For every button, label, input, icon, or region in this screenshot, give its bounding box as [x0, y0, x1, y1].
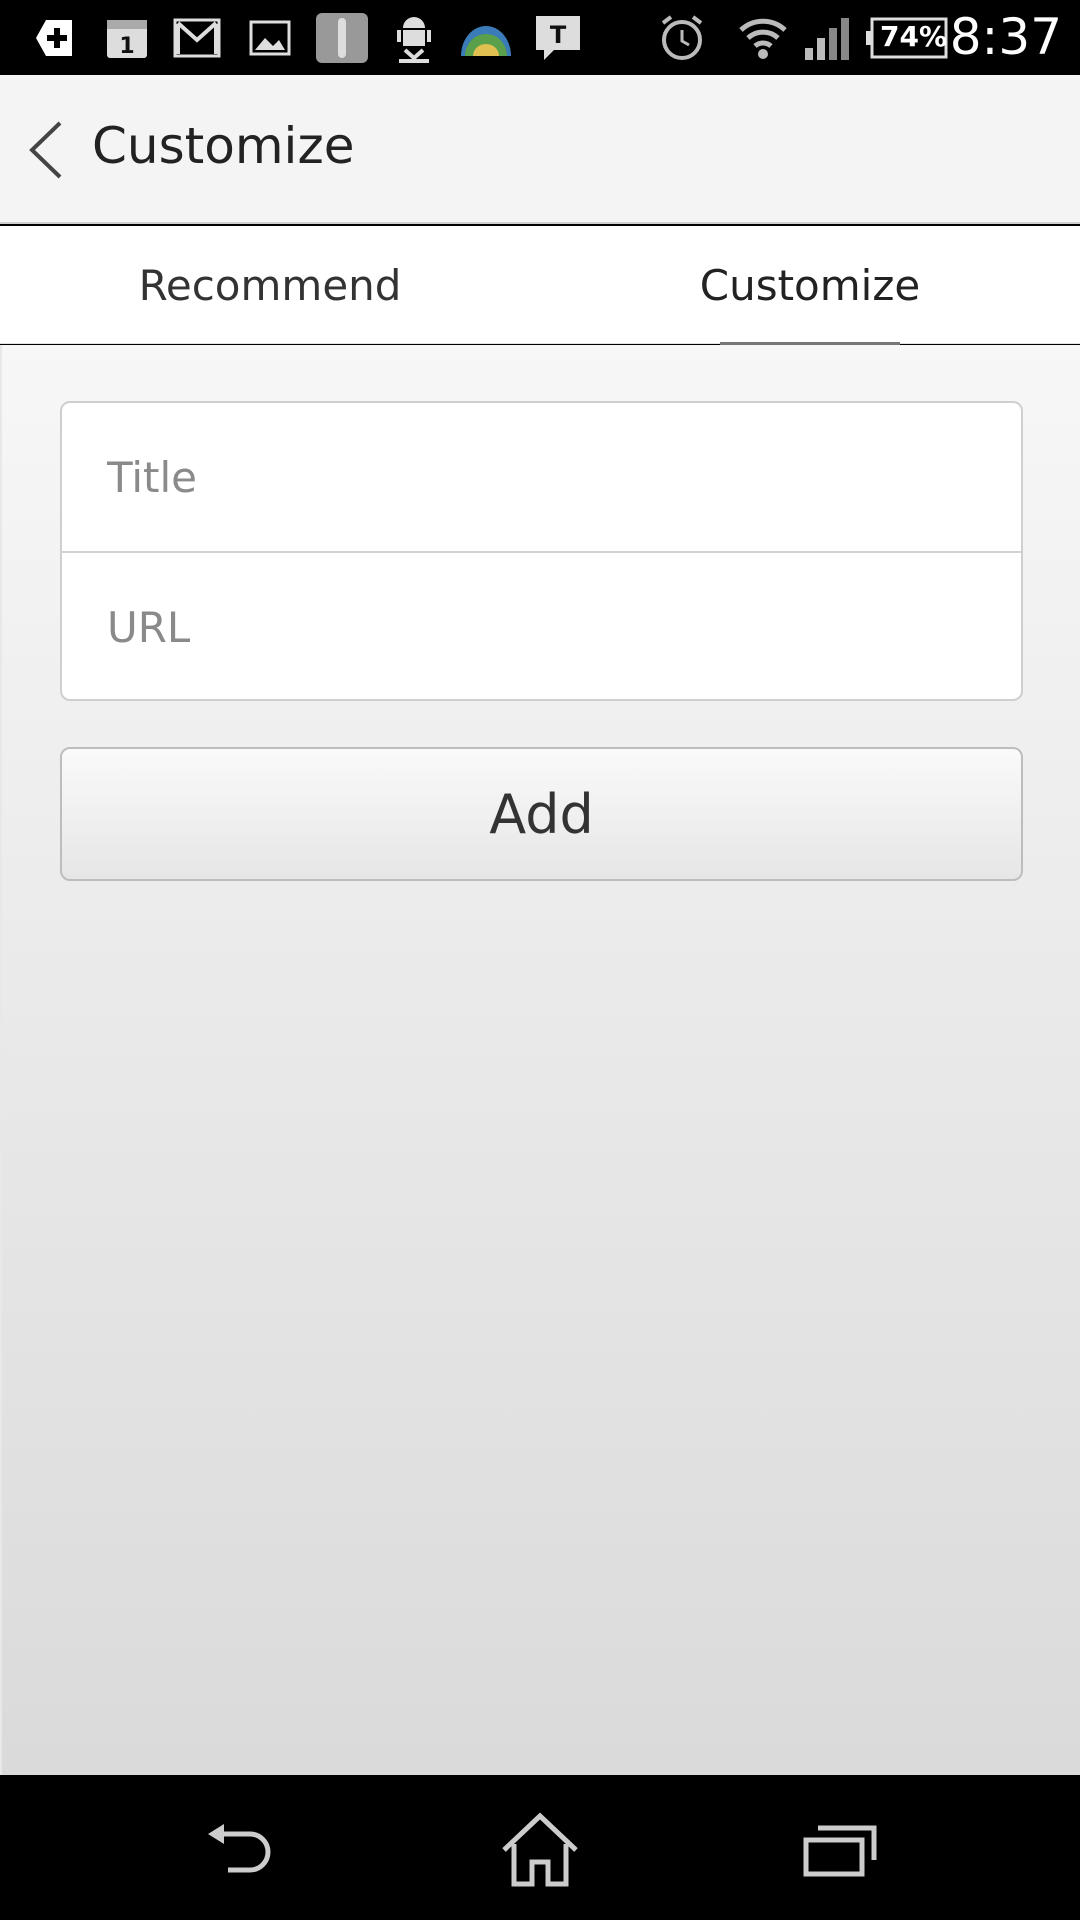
navigation-bar: [0, 1775, 1080, 1920]
globe-icon: [458, 12, 514, 64]
recent-apps-icon: [803, 1825, 877, 1877]
title-input[interactable]: [62, 403, 1021, 552]
calendar-icon: 1: [103, 12, 151, 64]
tab-recommend[interactable]: Recommend: [0, 226, 540, 344]
gmail-icon: [172, 12, 222, 64]
nav-recent-apps-button[interactable]: [790, 1810, 890, 1890]
gallery-icon: [246, 12, 294, 64]
bookmark-form: [60, 401, 1023, 701]
battery-icon: 74%: [866, 12, 948, 64]
app-bar: Customize: [0, 75, 1080, 224]
home-icon: [502, 1812, 578, 1887]
back-button[interactable]: [22, 115, 72, 185]
url-input[interactable]: [62, 553, 1021, 699]
scrollbar-app-icon: [314, 12, 370, 64]
chevron-left-icon: [29, 121, 62, 179]
wifi-icon: [736, 12, 790, 64]
clock: 8:37: [949, 8, 1062, 66]
battery-level: 74%: [880, 20, 948, 53]
chat-letter: T: [550, 21, 567, 49]
status-bar: 1 T 74% 8:37: [0, 0, 1080, 75]
android-download-icon: [392, 12, 436, 64]
back-arrow-icon: [208, 1824, 271, 1873]
nav-back-button[interactable]: [190, 1810, 290, 1890]
tab-customize[interactable]: Customize: [540, 226, 1080, 344]
content-area: Add: [0, 345, 1080, 1775]
plus-badge-icon: [30, 12, 78, 64]
tab-bar: Recommend Customize: [0, 226, 1080, 345]
page-title: Customize: [92, 117, 355, 175]
nav-home-button[interactable]: [490, 1810, 590, 1890]
add-button[interactable]: Add: [60, 747, 1023, 881]
signal-icon: [802, 12, 852, 64]
alarm-icon: [656, 12, 708, 64]
t-chat-icon: T: [534, 12, 582, 64]
calendar-day: 1: [119, 34, 134, 59]
